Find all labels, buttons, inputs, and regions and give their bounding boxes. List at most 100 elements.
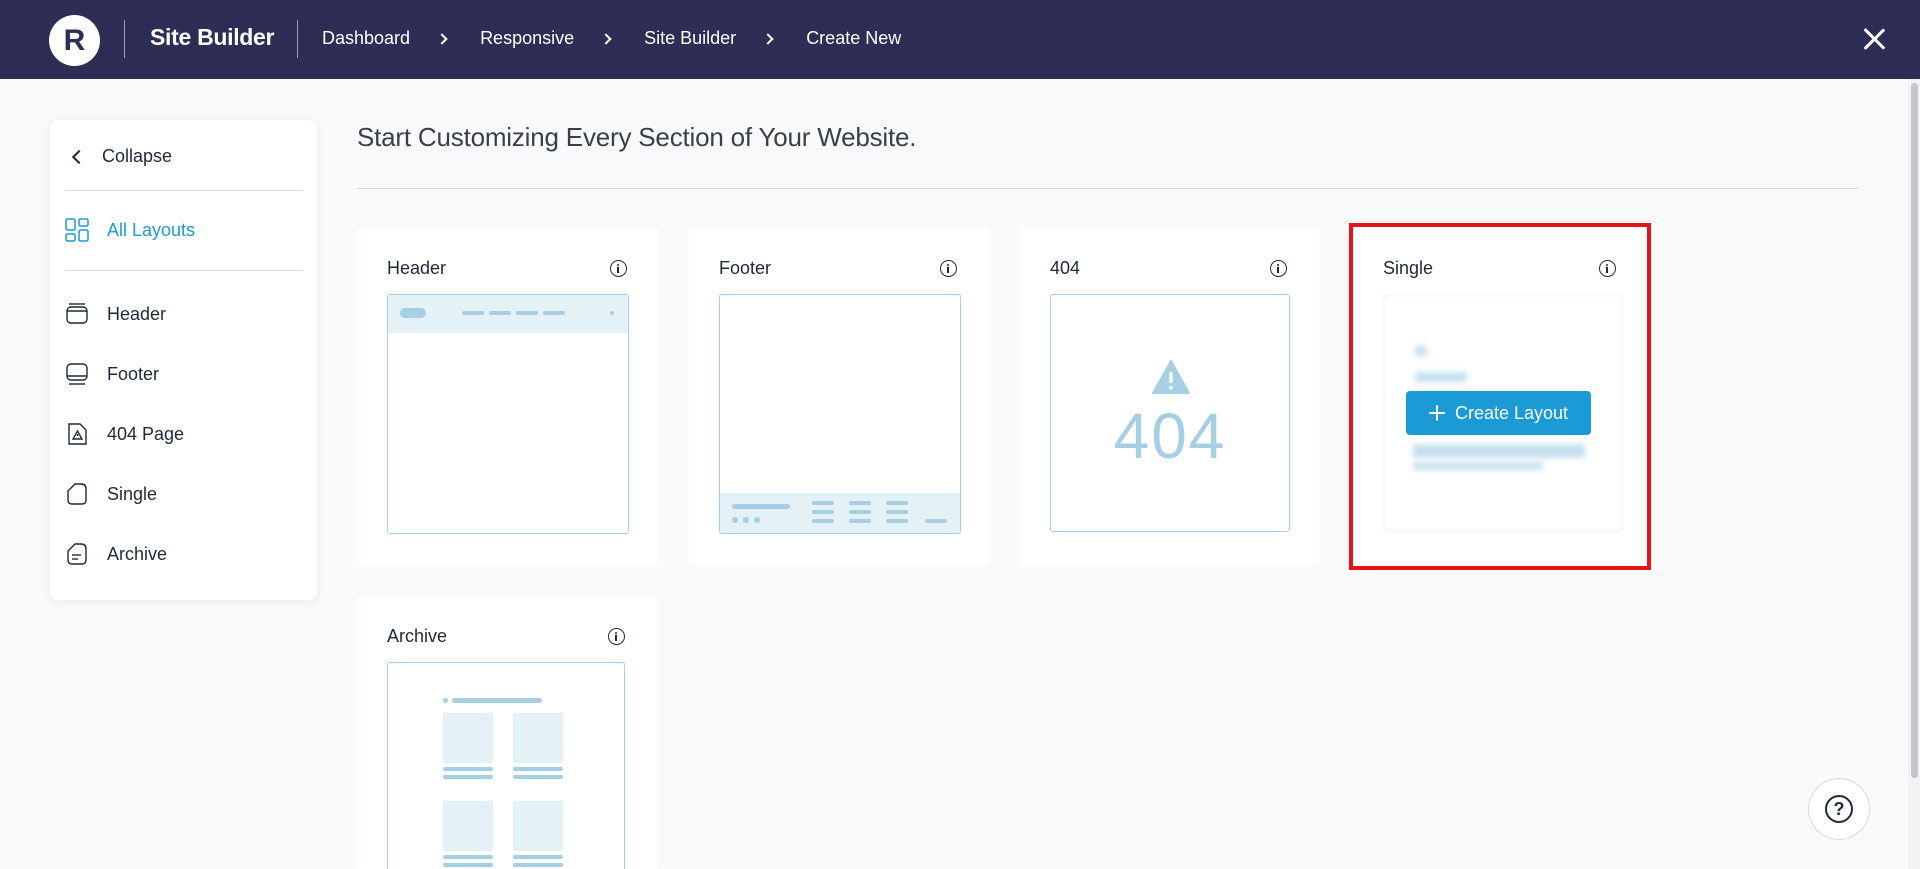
help-button[interactable]: ? — [1808, 778, 1870, 840]
card-title: Archive — [387, 626, 448, 646]
preview-title-line — [452, 698, 542, 703]
grid-layout-icon — [65, 218, 89, 242]
layout-card-404[interactable]: 404 404 — [1020, 228, 1319, 565]
sidebar-item-label: Footer — [107, 363, 160, 384]
chevron-left-icon — [71, 149, 87, 164]
sidebar-item-label: Single — [107, 483, 158, 504]
sidebar: Collapse All Layouts Header Footer 404 P… — [50, 120, 317, 600]
preview-line — [443, 775, 493, 779]
preview-footer-dot — [743, 517, 749, 523]
error-page-icon — [68, 423, 87, 445]
preview-line — [443, 767, 493, 771]
info-icon[interactable] — [608, 628, 625, 645]
preview-footer-line — [812, 510, 834, 514]
sidebar-item-label: Archive — [107, 543, 168, 564]
preview-footer-line — [886, 501, 908, 505]
preview-footer-line — [886, 510, 908, 514]
header-layout-icon — [66, 303, 88, 324]
sidebar-item-label: Header — [107, 303, 167, 324]
preview-logo-shape — [400, 308, 426, 318]
preview-footer-dot — [754, 517, 760, 523]
archive-page-icon — [67, 543, 87, 565]
preview-footer-line — [812, 519, 834, 523]
close-icon[interactable] — [1862, 27, 1886, 51]
preview-thumb — [443, 713, 493, 763]
single-page-icon — [67, 483, 87, 505]
layout-card-header[interactable]: Header — [357, 228, 659, 565]
preview-footer-line — [732, 504, 790, 509]
logo-letter: R — [63, 23, 86, 57]
collapse-label: Collapse — [102, 146, 173, 166]
sidebar-item-label: 404 Page — [107, 423, 185, 444]
collapse-button[interactable]: Collapse — [68, 146, 172, 167]
card-title: Header — [387, 258, 447, 278]
preview-nav-dot — [610, 311, 614, 315]
preview-nav-line — [543, 311, 565, 315]
page-title: Start Customizing Every Section of Your … — [357, 122, 917, 152]
preview-line — [513, 775, 563, 779]
layout-card-archive[interactable]: Archive — [357, 596, 657, 869]
preview-thumb — [513, 801, 563, 851]
preview-nav-line — [489, 311, 511, 315]
top-navbar: R Site Builder Dashboard Responsive Site… — [0, 0, 1920, 79]
preview-footer-line — [849, 519, 871, 523]
scrollbar-thumb[interactable] — [1911, 83, 1918, 778]
footer-preview — [719, 294, 961, 534]
brand-title: Site Builder — [150, 24, 275, 50]
logo[interactable]: R — [49, 15, 100, 66]
breadcrumb-dashboard[interactable]: Dashboard — [322, 28, 410, 49]
preview-footer-line — [925, 519, 947, 523]
preview-footer-band — [720, 493, 960, 533]
scrollbar[interactable] — [1908, 79, 1920, 869]
info-icon[interactable] — [610, 260, 627, 277]
title-divider — [357, 188, 1858, 189]
404-preview: 404 — [1050, 294, 1290, 532]
footer-layout-icon — [66, 363, 88, 385]
preview-footer-line — [886, 519, 908, 523]
highlight-box — [1349, 223, 1651, 570]
breadcrumb-site-builder[interactable]: Site Builder — [644, 28, 736, 49]
preview-line — [443, 855, 493, 859]
card-title: Footer — [719, 258, 772, 278]
preview-thumb — [513, 713, 563, 763]
archive-preview — [387, 662, 625, 869]
sidebar-divider — [65, 270, 303, 271]
preview-footer-dot — [732, 517, 738, 523]
chevron-right-icon — [600, 32, 612, 45]
sidebar-item-single[interactable]: Single — [65, 482, 157, 506]
navbar-divider — [297, 20, 298, 58]
warning-icon — [1152, 360, 1190, 394]
preview-footer-line — [849, 501, 871, 505]
preview-footer-line — [812, 501, 834, 505]
preview-line — [513, 855, 563, 859]
preview-line — [443, 863, 493, 867]
preview-thumb — [443, 801, 493, 851]
preview-nav-line — [462, 311, 484, 315]
info-icon[interactable] — [1270, 260, 1287, 277]
preview-line — [513, 767, 563, 771]
sidebar-item-label: All Layouts — [107, 219, 196, 240]
chevron-right-icon — [762, 32, 774, 45]
sidebar-divider — [65, 190, 303, 191]
sidebar-item-all-layouts[interactable]: All Layouts — [65, 218, 195, 242]
card-title: 404 — [1050, 258, 1081, 278]
help-symbol: ? — [1833, 798, 1845, 819]
sidebar-item-footer[interactable]: Footer — [65, 362, 159, 386]
sidebar-item-404-page[interactable]: 404 Page — [65, 422, 184, 446]
404-preview-text: 404 — [1113, 400, 1227, 472]
preview-line — [513, 863, 563, 867]
sidebar-item-header[interactable]: Header — [65, 302, 166, 326]
help-icon: ? — [1825, 795, 1853, 823]
navbar-divider — [124, 20, 125, 58]
info-icon[interactable] — [940, 260, 957, 277]
preview-title-dot — [443, 698, 448, 703]
chevron-right-icon — [436, 32, 448, 45]
layout-card-footer[interactable]: Footer — [689, 228, 989, 565]
breadcrumb-create-new: Create New — [806, 28, 902, 48]
sidebar-item-archive[interactable]: Archive — [65, 542, 167, 566]
breadcrumb: Dashboard Responsive Site Builder Create… — [322, 28, 901, 49]
breadcrumb-responsive[interactable]: Responsive — [480, 28, 574, 49]
header-preview — [387, 294, 629, 534]
preview-nav-line — [516, 311, 538, 315]
preview-footer-line — [849, 510, 871, 514]
